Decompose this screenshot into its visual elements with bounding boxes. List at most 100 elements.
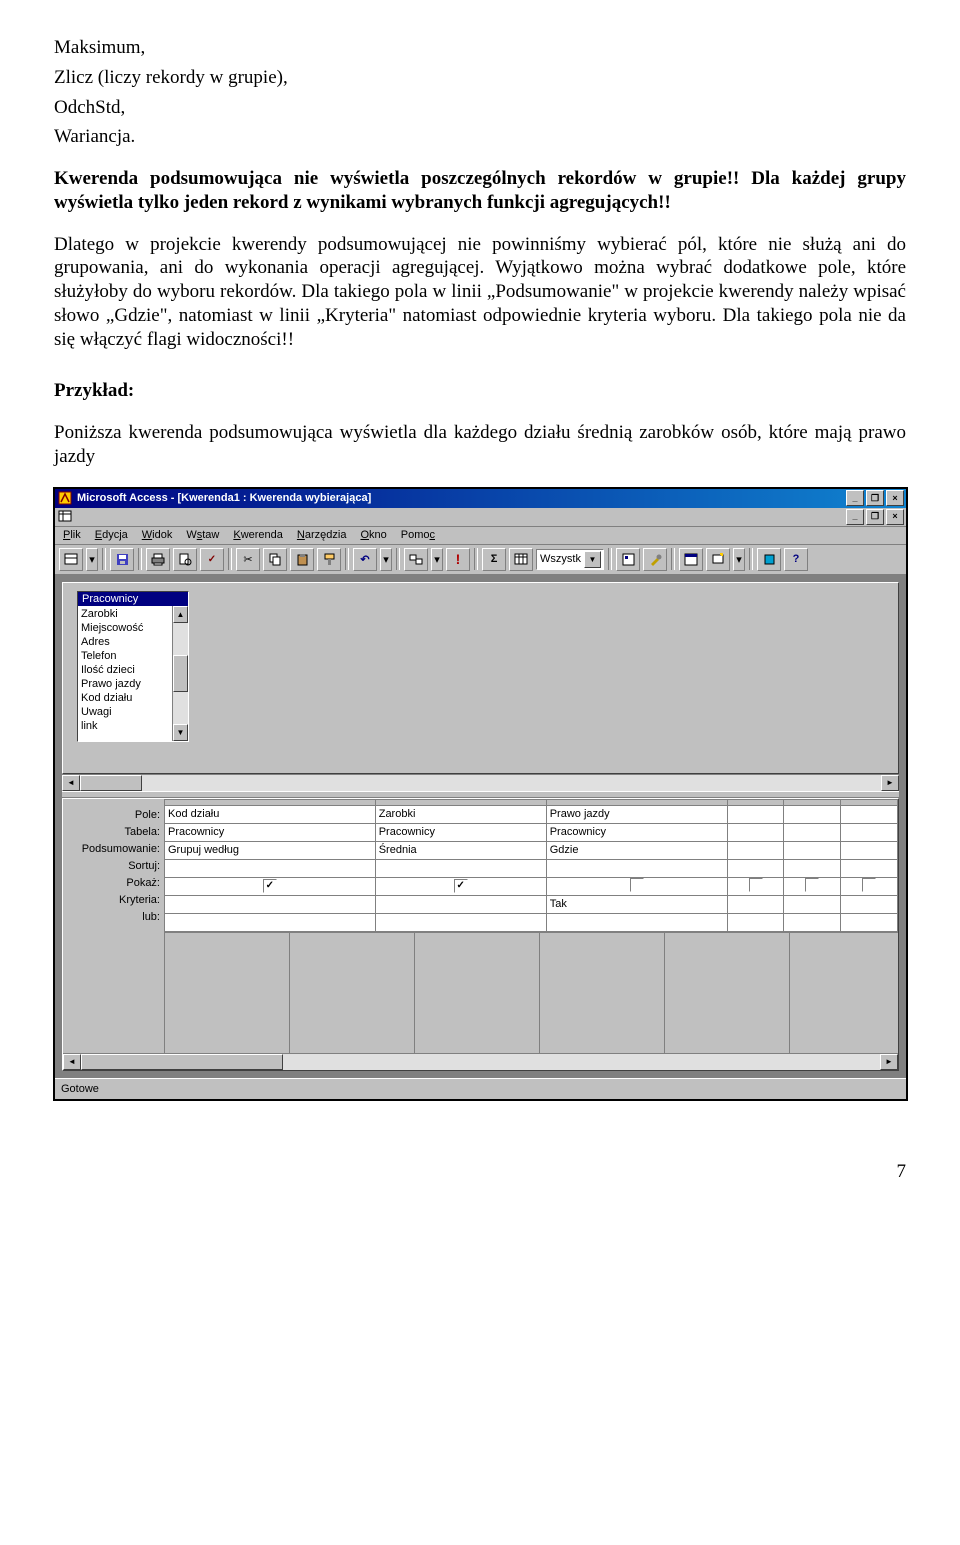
field-item[interactable]: Miejscowość bbox=[81, 621, 169, 635]
menu-edycja[interactable]: Edycja bbox=[95, 529, 128, 541]
grid-cell-show[interactable] bbox=[784, 877, 841, 895]
grid-cell[interactable]: Tak bbox=[546, 895, 727, 913]
checkbox-icon[interactable] bbox=[749, 878, 763, 892]
splitter[interactable] bbox=[62, 791, 899, 798]
field-item[interactable]: Telefon bbox=[81, 649, 169, 663]
grid-cell[interactable] bbox=[841, 823, 898, 841]
grid-cell[interactable]: Kod działu bbox=[165, 805, 376, 823]
scroll-right-icon[interactable]: ► bbox=[880, 1054, 898, 1070]
grid-cell[interactable] bbox=[727, 913, 784, 931]
grid-cell-show[interactable] bbox=[727, 877, 784, 895]
grid-cell[interactable] bbox=[165, 913, 376, 931]
maximize-button[interactable]: ❐ bbox=[866, 490, 884, 506]
child-close-button[interactable]: × bbox=[886, 509, 904, 525]
new-object-dropdown[interactable]: ▾ bbox=[733, 548, 745, 571]
grid-cell[interactable] bbox=[841, 841, 898, 859]
grid-cell[interactable]: Prawo jazdy bbox=[546, 805, 727, 823]
menu-plik[interactable]: Plik bbox=[63, 529, 81, 541]
menu-widok[interactable]: Widok bbox=[142, 529, 173, 541]
copy-button[interactable] bbox=[263, 548, 287, 571]
undo-button[interactable]: ↶ bbox=[353, 548, 377, 571]
scroll-left-icon[interactable]: ◄ bbox=[63, 1054, 81, 1070]
office-assistant-button[interactable] bbox=[757, 548, 781, 571]
grid-cell[interactable] bbox=[375, 895, 546, 913]
field-item[interactable]: Adres bbox=[81, 635, 169, 649]
lower-horizontal-scrollbar[interactable]: ◄ ► bbox=[63, 1053, 898, 1070]
grid-cell[interactable] bbox=[727, 841, 784, 859]
grid-cell[interactable]: Pracownicy bbox=[546, 823, 727, 841]
save-button[interactable] bbox=[110, 548, 134, 571]
grid-cell-show[interactable] bbox=[841, 877, 898, 895]
scroll-thumb[interactable] bbox=[81, 1054, 283, 1070]
checkbox-icon[interactable] bbox=[630, 878, 644, 892]
spellcheck-button[interactable]: ✓ bbox=[200, 548, 224, 571]
view-button[interactable] bbox=[59, 548, 83, 571]
grid-cell[interactable] bbox=[784, 823, 841, 841]
table-diagram-pane[interactable]: Pracownicy Zarobki Miejscowość Adres Tel… bbox=[62, 582, 899, 774]
scroll-thumb[interactable] bbox=[173, 655, 188, 692]
build-button[interactable] bbox=[643, 548, 667, 571]
grid-cell[interactable]: Pracownicy bbox=[375, 823, 546, 841]
scroll-left-icon[interactable]: ◄ bbox=[62, 775, 80, 791]
child-restore-button[interactable]: ❐ bbox=[866, 509, 884, 525]
grid-cell[interactable]: Gdzie bbox=[546, 841, 727, 859]
totals-button[interactable]: Σ bbox=[482, 548, 506, 571]
minimize-button[interactable]: _ bbox=[846, 490, 864, 506]
grid-cell[interactable] bbox=[784, 805, 841, 823]
field-item[interactable]: Kod działu bbox=[81, 691, 169, 705]
grid-cell[interactable]: Zarobki bbox=[375, 805, 546, 823]
show-table-button[interactable] bbox=[509, 548, 533, 571]
grid-cell-show[interactable] bbox=[546, 877, 727, 895]
close-button[interactable]: × bbox=[886, 490, 904, 506]
grid-cell[interactable] bbox=[841, 913, 898, 931]
grid-cell[interactable] bbox=[546, 913, 727, 931]
grid-cell[interactable] bbox=[727, 859, 784, 877]
checkbox-icon[interactable] bbox=[862, 878, 876, 892]
scroll-thumb[interactable] bbox=[80, 775, 142, 791]
new-object-button[interactable] bbox=[706, 548, 730, 571]
upper-horizontal-scrollbar[interactable]: ◄ ► bbox=[62, 774, 899, 791]
paste-button[interactable] bbox=[290, 548, 314, 571]
vertical-scrollbar[interactable]: ▲ ▼ bbox=[172, 606, 188, 741]
grid-cell[interactable]: Pracownicy bbox=[165, 823, 376, 841]
grid-cell[interactable]: Grupuj według bbox=[165, 841, 376, 859]
field-item[interactable]: Uwagi bbox=[81, 705, 169, 719]
menu-okno[interactable]: Okno bbox=[360, 529, 386, 541]
grid-cell[interactable]: Średnia bbox=[375, 841, 546, 859]
grid-cell[interactable] bbox=[841, 859, 898, 877]
scroll-up-icon[interactable]: ▲ bbox=[173, 606, 188, 623]
grid-cell[interactable] bbox=[841, 805, 898, 823]
grid-cell[interactable] bbox=[784, 841, 841, 859]
undo-dropdown[interactable]: ▾ bbox=[380, 548, 392, 571]
checkbox-icon[interactable] bbox=[263, 879, 277, 893]
field-item[interactable]: link bbox=[81, 719, 169, 733]
database-window-button[interactable] bbox=[679, 548, 703, 571]
query-type-dropdown[interactable]: ▾ bbox=[431, 548, 443, 571]
menu-narzedzia[interactable]: Narzędzia bbox=[297, 529, 347, 541]
grid-cell[interactable] bbox=[784, 913, 841, 931]
scroll-down-icon[interactable]: ▼ bbox=[173, 724, 188, 741]
child-minimize-button[interactable]: _ bbox=[846, 509, 864, 525]
print-preview-button[interactable] bbox=[173, 548, 197, 571]
help-button[interactable]: ? bbox=[784, 548, 808, 571]
grid-cell[interactable] bbox=[375, 913, 546, 931]
grid-cell-show[interactable] bbox=[165, 877, 376, 895]
menu-kwerenda[interactable]: Kwerenda bbox=[233, 529, 283, 541]
cut-button[interactable]: ✂ bbox=[236, 548, 260, 571]
grid-cell[interactable] bbox=[727, 823, 784, 841]
grid-cell[interactable] bbox=[841, 895, 898, 913]
grid-cell[interactable] bbox=[165, 895, 376, 913]
menu-wstaw[interactable]: Wstaw bbox=[186, 529, 219, 541]
format-painter-button[interactable] bbox=[317, 548, 341, 571]
table-card-pracownicy[interactable]: Pracownicy Zarobki Miejscowość Adres Tel… bbox=[77, 591, 189, 742]
grid-cell[interactable] bbox=[727, 895, 784, 913]
query-type-button[interactable] bbox=[404, 548, 428, 571]
grid-cell-show[interactable] bbox=[375, 877, 546, 895]
print-button[interactable] bbox=[146, 548, 170, 571]
checkbox-icon[interactable] bbox=[805, 878, 819, 892]
qbe-grid[interactable]: Kod działu Zarobki Prawo jazdy Pracownic… bbox=[164, 799, 898, 932]
properties-button[interactable] bbox=[616, 548, 640, 571]
grid-cell[interactable] bbox=[784, 895, 841, 913]
run-button[interactable]: ! bbox=[446, 548, 470, 571]
grid-cell[interactable] bbox=[546, 859, 727, 877]
